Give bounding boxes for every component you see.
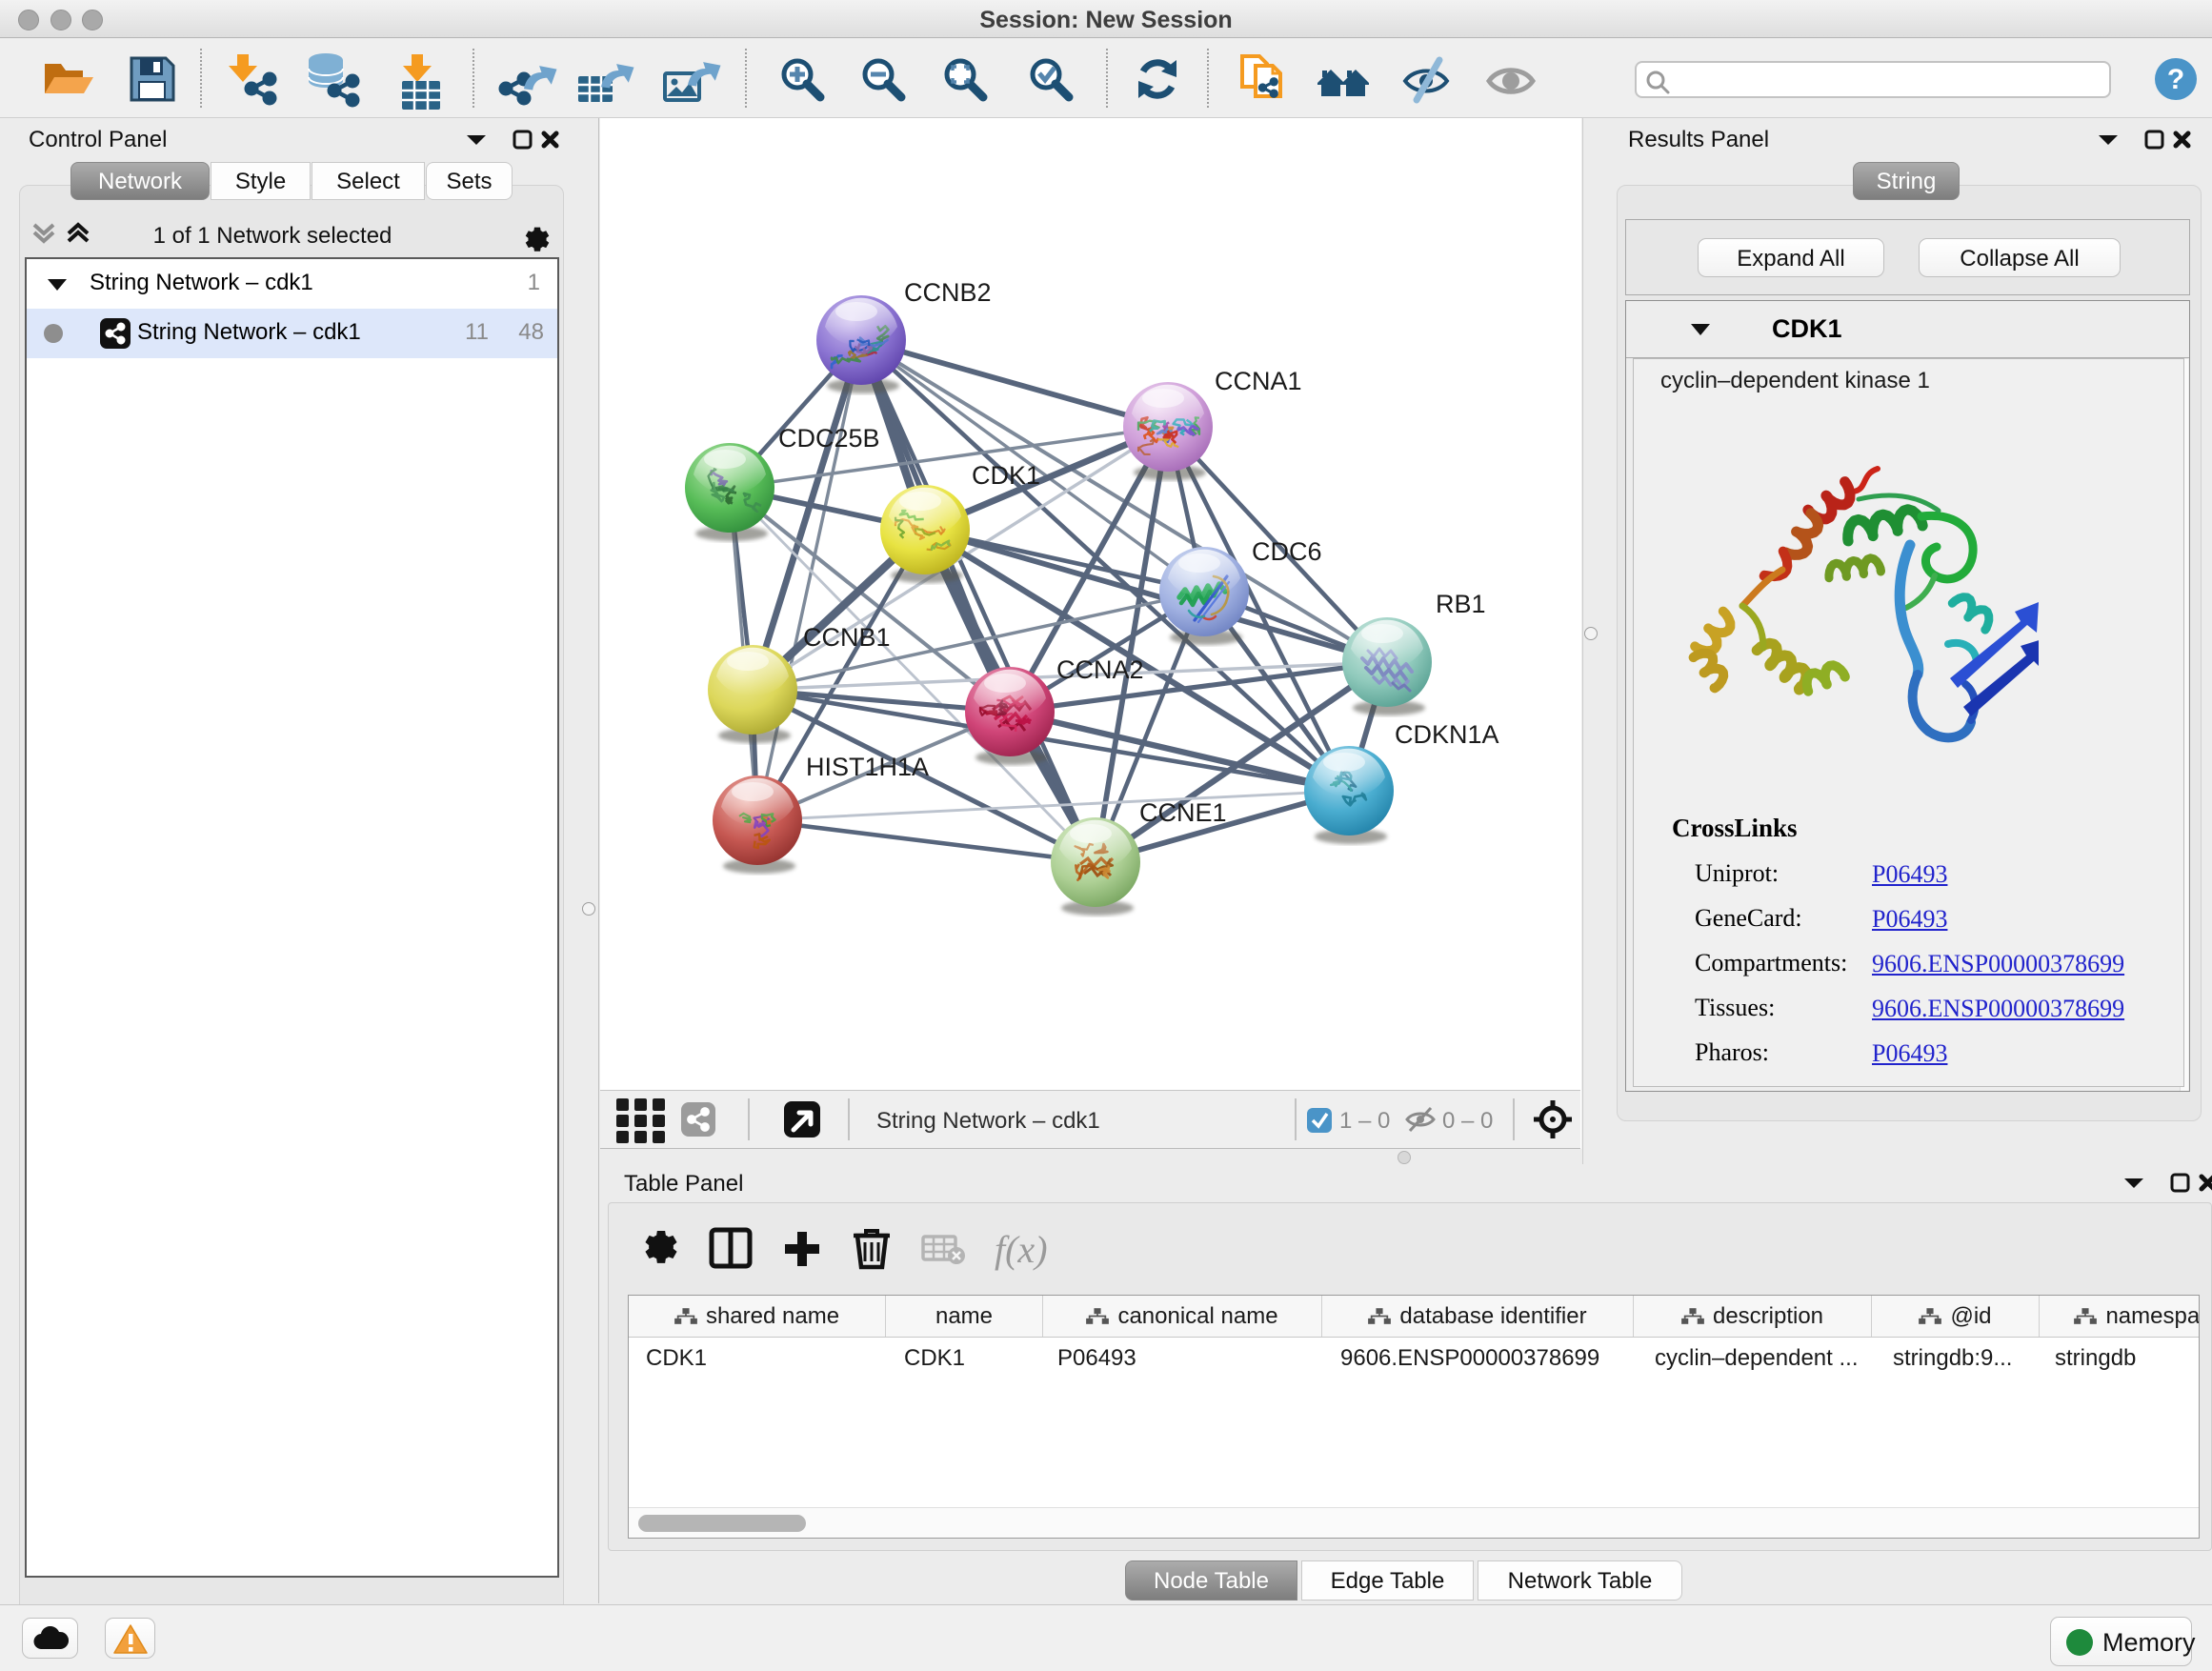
- svg-text:1 – 0: 1 – 0: [1339, 1108, 1390, 1134]
- svg-text:CDK1: CDK1: [972, 461, 1040, 490]
- svg-text:CCNB1: CCNB1: [803, 623, 891, 652]
- svg-text:HIST1H1A: HIST1H1A: [806, 753, 929, 781]
- svg-text:CDC25B: CDC25B: [778, 424, 880, 453]
- svg-text:CCNA2: CCNA2: [1056, 655, 1144, 684]
- svg-text:CCNB2: CCNB2: [904, 278, 992, 307]
- svg-text:0 – 0: 0 – 0: [1442, 1108, 1493, 1134]
- svg-text:CDKN1A: CDKN1A: [1395, 720, 1499, 749]
- svg-text:?: ?: [2167, 64, 2184, 95]
- svg-text:f(x): f(x): [995, 1228, 1048, 1271]
- svg-text:RB1: RB1: [1436, 590, 1486, 618]
- svg-text:CCNE1: CCNE1: [1139, 798, 1227, 827]
- svg-text:CDC6: CDC6: [1252, 537, 1322, 566]
- svg-text:CCNA1: CCNA1: [1215, 367, 1302, 395]
- svg-text:String Network – cdk1: String Network – cdk1: [876, 1108, 1100, 1134]
